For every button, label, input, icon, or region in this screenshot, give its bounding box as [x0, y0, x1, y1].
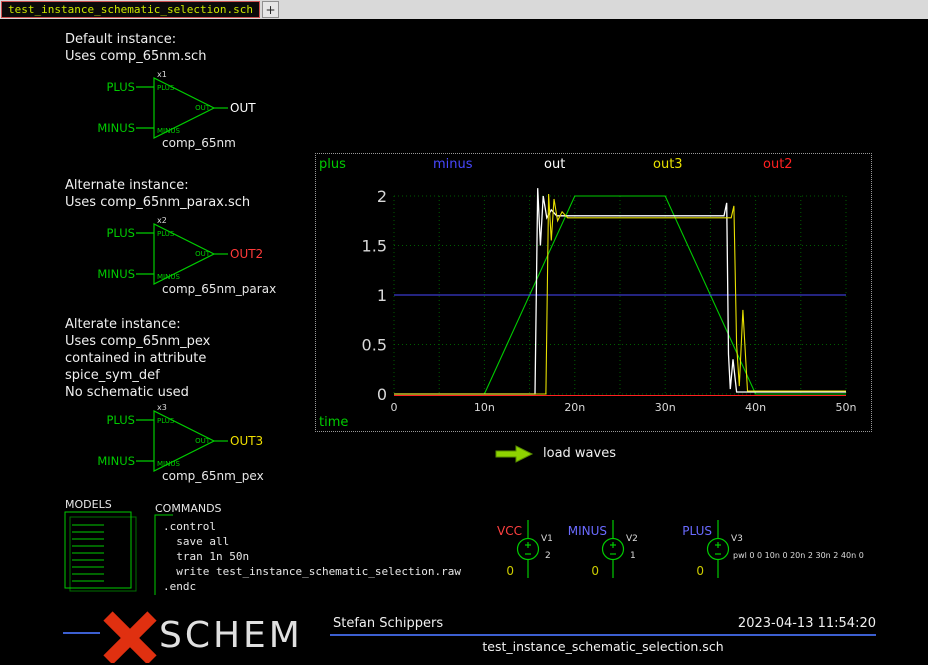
- source-ref[interactable]: V2: [626, 534, 638, 544]
- y-tick-label: 1.5: [362, 237, 387, 256]
- annotation-alterate-2[interactable]: Uses comp_65nm_pex: [65, 333, 210, 350]
- net-label-plus[interactable]: PLUS: [88, 226, 135, 240]
- symbol-pin-minus: MINUS: [157, 273, 180, 281]
- trace-out: [394, 188, 846, 394]
- y-tick-label: 0.5: [362, 336, 387, 355]
- launcher-arrow-icon[interactable]: [494, 444, 538, 464]
- models-box[interactable]: [64, 511, 138, 593]
- x-tick-label: 30n: [655, 401, 676, 414]
- tab-bar: test_instance_schematic_selection.sch +: [0, 0, 928, 19]
- x-tick-label: 10n: [474, 401, 495, 414]
- schematic-tab[interactable]: test_instance_schematic_selection.sch: [1, 1, 260, 18]
- comparator-instance-x2[interactable]: PLUS MINUS OUT PLUS MINUS OUT2 x2 comp_6…: [88, 216, 260, 300]
- legend-plus[interactable]: plus: [319, 157, 346, 172]
- spice-commands[interactable]: .control save all tran 1n 50n write test…: [163, 519, 461, 594]
- y-tick-label: 0: [377, 385, 387, 404]
- new-tab-button[interactable]: +: [262, 1, 279, 18]
- source-ref[interactable]: V3: [731, 534, 743, 544]
- annotation-default-1[interactable]: Default instance:: [65, 31, 176, 48]
- source-value[interactable]: pwl 0 0 10n 0 20n 2 30n 2 40n 0: [733, 551, 864, 560]
- net-label-plus[interactable]: PLUS: [88, 413, 135, 427]
- waveform-plot: 0 10n 20n 30n 40n 50n 0 0.5 1 1.5 2: [316, 154, 873, 433]
- symbol-pin-plus: PLUS: [157, 417, 175, 425]
- legend-out[interactable]: out: [544, 157, 565, 172]
- comparator-instance-x3[interactable]: PLUS MINUS OUT PLUS MINUS OUT3 x3 comp_6…: [88, 403, 260, 487]
- legend-out3[interactable]: out3: [653, 157, 683, 172]
- annotation-alterate-5[interactable]: No schematic used: [65, 384, 189, 401]
- comparator-instance-x1[interactable]: PLUS MINUS OUT PLUS MINUS OUT x1 comp_65…: [88, 70, 260, 154]
- source-value[interactable]: 1: [630, 551, 636, 561]
- net-label-vcc[interactable]: VCC: [462, 524, 522, 538]
- symbol-pin-out: OUT: [195, 104, 211, 112]
- instance-ref[interactable]: x2: [157, 216, 167, 225]
- x-tick-label: 20n: [564, 401, 585, 414]
- symbol-pin-plus: PLUS: [157, 84, 175, 92]
- instance-ref[interactable]: x3: [157, 403, 167, 412]
- x-axis-label: time: [319, 415, 348, 430]
- legend-out2[interactable]: out2: [763, 157, 793, 172]
- command-line: write test_instance_schematic_selection.…: [163, 564, 461, 579]
- xschem-logo-text: SCHEM: [159, 615, 303, 656]
- instance-name[interactable]: comp_65nm_parax: [162, 282, 276, 296]
- titleblock-author: Stefan Schippers: [333, 616, 443, 631]
- symbol-pin-plus: PLUS: [157, 230, 175, 238]
- x-tick-label: 0: [391, 401, 398, 414]
- annotation-alternate-2[interactable]: Uses comp_65nm_parax.sch: [65, 194, 250, 211]
- annotation-alterate-3[interactable]: contained in attribute: [65, 350, 206, 367]
- command-line: tran 1n 50n: [163, 549, 461, 564]
- annotation-alterate-1[interactable]: Alterate instance:: [65, 316, 181, 333]
- annotation-alternate-1[interactable]: Alternate instance:: [65, 177, 189, 194]
- schematic-tab-label: test_instance_schematic_selection.sch: [8, 3, 253, 16]
- x-tick-label: 50n: [836, 401, 857, 414]
- net-label-out2[interactable]: OUT2: [230, 247, 263, 261]
- net-label-plus[interactable]: PLUS: [652, 524, 712, 538]
- net-label-out3[interactable]: OUT3: [230, 434, 263, 448]
- y-tick-label: 1: [377, 286, 387, 305]
- command-line: save all: [163, 534, 461, 549]
- command-line: .endc: [163, 579, 461, 594]
- annotation-alterate-4[interactable]: spice_sym_def: [65, 367, 160, 384]
- command-line: .control: [163, 519, 461, 534]
- gnd-label[interactable]: 0: [500, 564, 514, 578]
- net-label-minus[interactable]: MINUS: [88, 121, 135, 135]
- symbol-pin-out: OUT: [195, 437, 211, 445]
- load-waves-launcher[interactable]: load waves: [543, 446, 616, 461]
- symbol-pin-minus: MINUS: [157, 127, 180, 135]
- titleblock-line-main: [330, 634, 876, 636]
- gnd-label[interactable]: 0: [585, 564, 599, 578]
- titleblock-line-left: [63, 632, 100, 634]
- gnd-label[interactable]: 0: [690, 564, 704, 578]
- legend-minus[interactable]: minus: [433, 157, 473, 172]
- plus-icon: +: [266, 3, 276, 17]
- y-tick-label: 2: [377, 187, 387, 206]
- net-label-minus[interactable]: MINUS: [88, 454, 135, 468]
- x-tick-label: 40n: [745, 401, 766, 414]
- symbol-pin-out: OUT: [195, 250, 211, 258]
- net-label-plus[interactable]: PLUS: [88, 80, 135, 94]
- vsource-v3[interactable]: PLUS V3 pwl 0 0 10n 0 20n 2 30n 2 40n 0 …: [652, 518, 852, 588]
- xschem-logo-x: [101, 611, 161, 663]
- net-label-minus[interactable]: MINUS: [88, 267, 135, 281]
- instance-ref[interactable]: x1: [157, 70, 167, 79]
- waveform-graph[interactable]: 0 10n 20n 30n 40n 50n 0 0.5 1 1.5 2 plus minus out ou…: [315, 153, 872, 432]
- titleblock-filename: test_instance_schematic_selection.sch: [330, 639, 876, 654]
- instance-name[interactable]: comp_65nm: [162, 136, 236, 150]
- net-label-out[interactable]: OUT: [230, 101, 256, 115]
- instance-name[interactable]: comp_65nm_pex: [162, 469, 264, 483]
- titleblock-datetime: 2023-04-13 11:54:20: [676, 616, 876, 631]
- annotation-default-2[interactable]: Uses comp_65nm.sch: [65, 48, 206, 65]
- models-label[interactable]: MODELS: [65, 498, 112, 511]
- net-label-minus[interactable]: MINUS: [547, 524, 607, 538]
- symbol-pin-minus: MINUS: [157, 460, 180, 468]
